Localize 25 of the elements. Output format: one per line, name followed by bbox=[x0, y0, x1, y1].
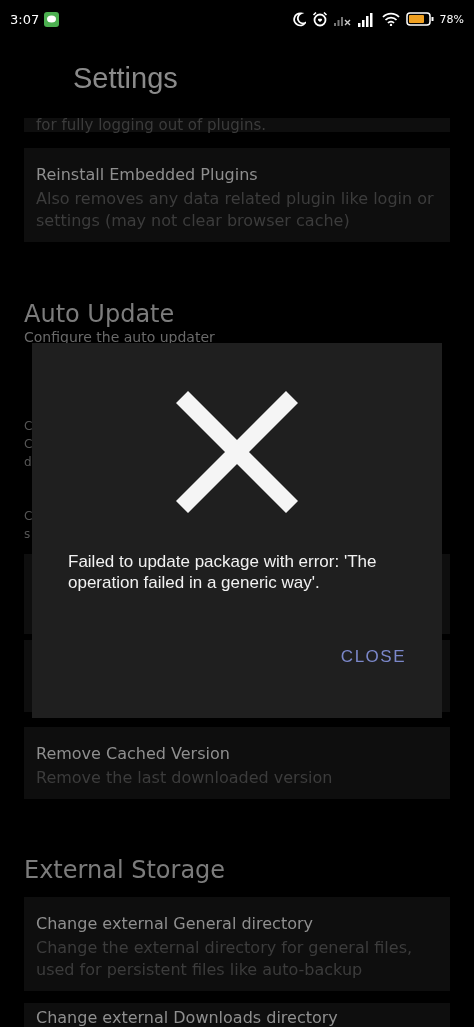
settings-card[interactable]: Change external Downloads directory bbox=[24, 1003, 450, 1027]
signal-icon bbox=[357, 11, 376, 27]
cross-icon bbox=[176, 391, 298, 513]
close-button[interactable]: CLOSE bbox=[340, 643, 406, 671]
card-title: Change external Downloads directory bbox=[36, 1007, 339, 1027]
wifi-icon bbox=[381, 12, 400, 26]
section-subheading: Configure the auto updater bbox=[24, 329, 216, 345]
moon-icon bbox=[291, 11, 306, 27]
covered-text: s bbox=[24, 526, 31, 543]
battery-percent: 78% bbox=[439, 12, 464, 26]
section-heading: External Storage bbox=[24, 856, 227, 884]
chat-icon bbox=[44, 11, 60, 27]
covered-text: C bbox=[24, 508, 33, 525]
card-title: Reinstall Embedded Plugins bbox=[36, 164, 259, 186]
covered-text: d bbox=[24, 454, 32, 471]
covered-text: C bbox=[24, 418, 33, 435]
card-title: Change external General directory bbox=[36, 913, 314, 935]
section-heading: Auto Update bbox=[24, 300, 176, 328]
page-title: Settings bbox=[73, 61, 178, 95]
card-title: Remove Cached Version bbox=[36, 743, 231, 765]
alarm-icon bbox=[311, 11, 328, 27]
status-time: 3:07 bbox=[10, 11, 40, 27]
covered-text: C bbox=[24, 436, 33, 453]
error-message: Failed to update package with error: 'The operation failed in a generic way'. bbox=[68, 551, 378, 593]
battery-icon bbox=[405, 12, 434, 26]
